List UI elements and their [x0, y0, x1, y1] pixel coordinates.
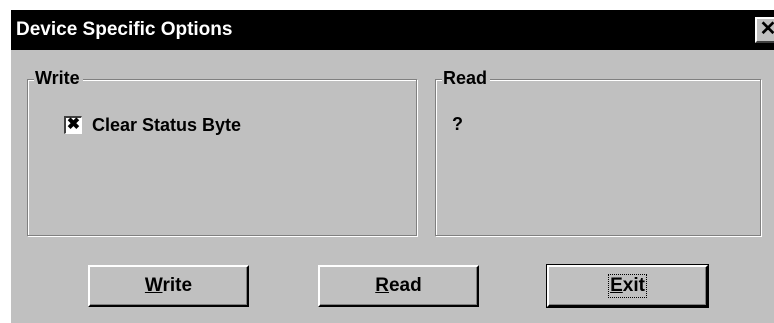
write-button-label: Write [145, 275, 192, 297]
read-value-text: ? [452, 114, 463, 134]
device-specific-options-dialog: Device Specific Options ✕ Write ✖ Clear … [9, 8, 774, 323]
read-button[interactable]: Read [318, 265, 479, 307]
title-bar[interactable]: Device Specific Options ✕ [11, 10, 774, 50]
window-title: Device Specific Options [16, 19, 233, 40]
write-button[interactable]: Write [88, 265, 249, 307]
read-groupbox: Read ? [435, 67, 761, 236]
exit-button[interactable]: Exit [546, 264, 709, 308]
exit-button-label: Exit [608, 274, 647, 298]
read-button-label-rest: ead [388, 275, 422, 296]
write-group-label: Write [34, 67, 83, 89]
close-button[interactable]: ✕ [755, 17, 774, 43]
exit-button-mnemonic: E [610, 275, 623, 296]
clear-status-byte-label[interactable]: Clear Status Byte [92, 115, 241, 136]
read-group-label: Read [442, 67, 491, 89]
clear-status-byte-checkbox[interactable]: ✖ [64, 116, 82, 134]
close-icon: ✕ [759, 18, 774, 40]
exit-button-label-rest: xit [622, 275, 645, 296]
write-button-mnemonic: W [144, 275, 163, 296]
read-button-mnemonic: R [375, 275, 389, 296]
check-mark-icon: ✖ [66, 116, 81, 133]
read-button-label: Read [375, 275, 421, 297]
write-groupbox: Write ✖ Clear Status Byte [27, 67, 417, 236]
clear-status-byte-option[interactable]: ✖ Clear Status Byte [64, 114, 241, 136]
write-button-label-rest: rite [162, 275, 193, 296]
